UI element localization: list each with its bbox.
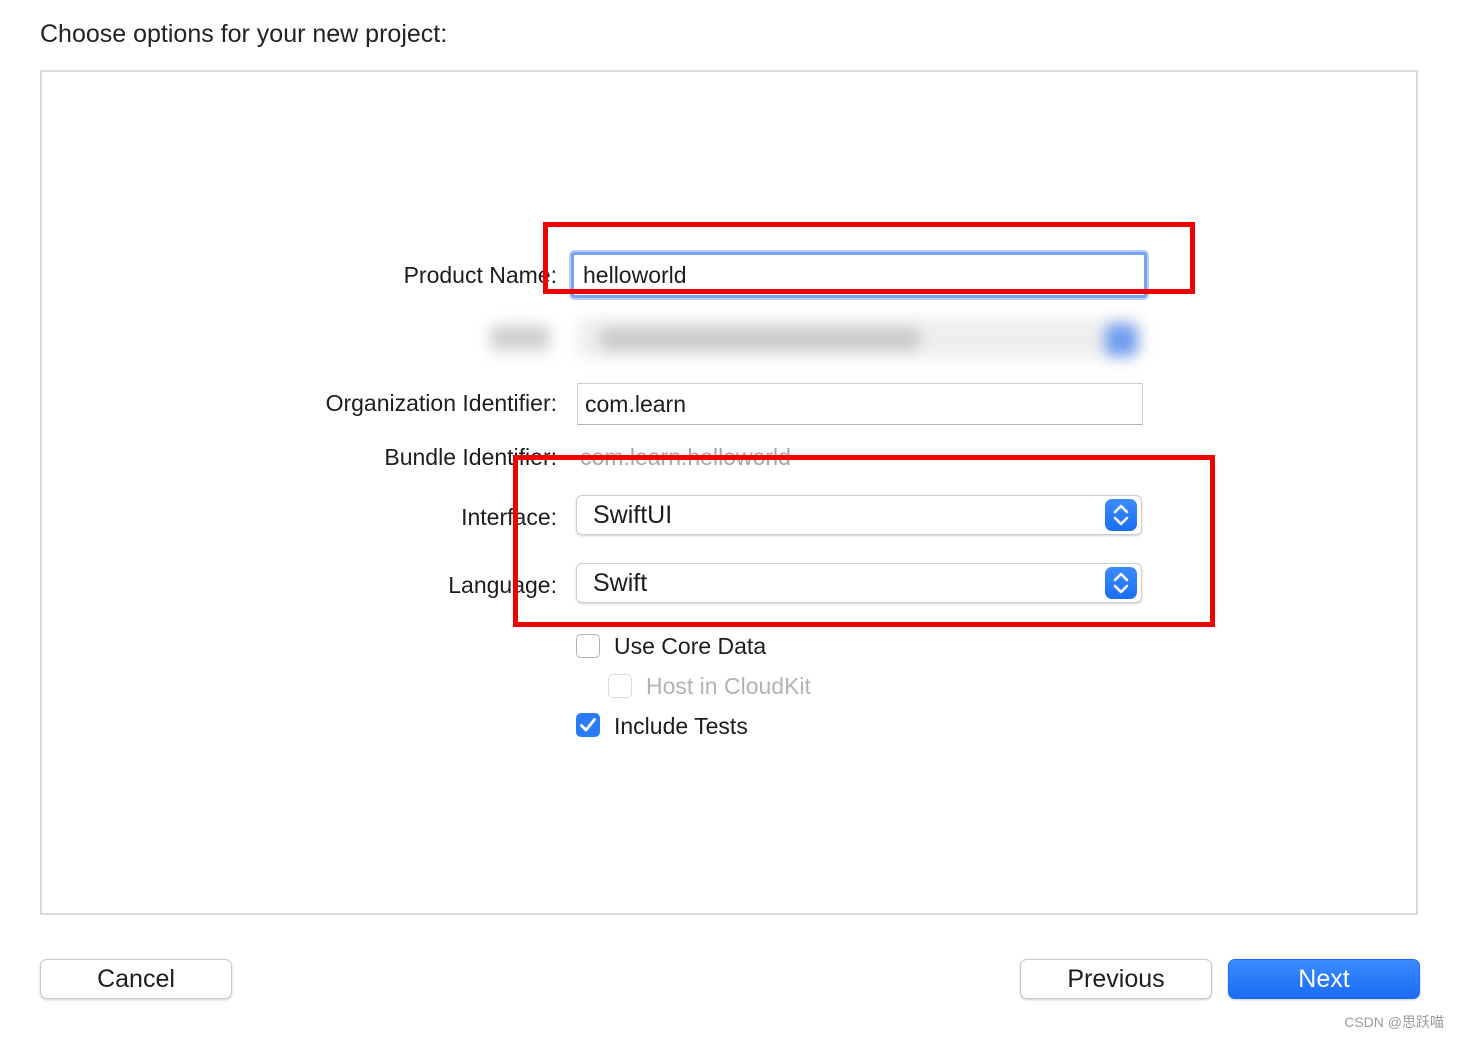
product-name-label: Product Name: <box>403 262 557 288</box>
include-tests-label: Include Tests <box>614 713 748 739</box>
organization-identifier-field[interactable]: com.learn <box>577 383 1143 425</box>
organization-identifier-label: Organization Identifier: <box>325 390 557 416</box>
team-label-blurred <box>490 325 550 351</box>
team-value-blurred <box>600 328 920 350</box>
interface-popup[interactable]: SwiftUI <box>576 495 1142 535</box>
include-tests-checkbox[interactable] <box>576 713 600 737</box>
host-in-cloudkit-label: Host in CloudKit <box>646 673 811 699</box>
bundle-identifier-label: Bundle Identifier: <box>384 444 557 470</box>
checkmark-icon <box>580 718 596 732</box>
team-stepper-blurred <box>1105 324 1137 356</box>
cancel-button[interactable]: Cancel <box>40 959 232 999</box>
language-popup[interactable]: Swift <box>576 563 1142 603</box>
product-name-field[interactable]: helloworld <box>571 252 1147 298</box>
bundle-identifier-value: com.learn.helloworld <box>580 444 791 470</box>
next-button[interactable]: Next <box>1228 959 1420 999</box>
language-selected: Swift <box>593 568 648 597</box>
page-title: Choose options for your new project: <box>40 20 448 48</box>
host-in-cloudkit-checkbox[interactable] <box>608 674 632 698</box>
previous-button[interactable]: Previous <box>1020 959 1212 999</box>
product-name-value: helloworld <box>583 261 687 288</box>
use-core-data-checkbox[interactable] <box>576 634 600 658</box>
language-label: Language: <box>448 572 557 598</box>
options-panel <box>40 70 1418 915</box>
organization-identifier-value: com.learn <box>585 390 686 417</box>
chevron-up-down-icon <box>1105 567 1137 599</box>
chevron-up-down-icon <box>1105 499 1137 531</box>
watermark: CSDN @思跃喵 <box>1344 1014 1444 1030</box>
interface-label: Interface: <box>461 504 557 530</box>
interface-selected: SwiftUI <box>593 500 673 529</box>
use-core-data-label: Use Core Data <box>614 633 767 659</box>
